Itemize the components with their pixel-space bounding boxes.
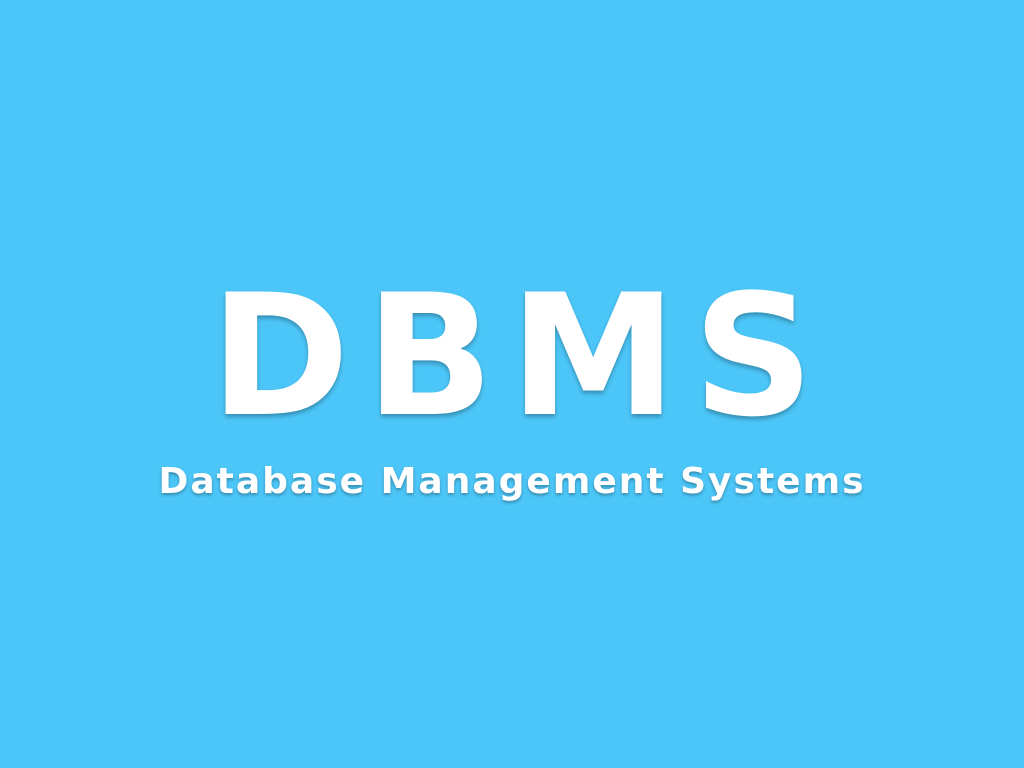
title-slide: DBMS Database Management Systems: [0, 0, 1024, 768]
slide-subtitle: Database Management Systems: [158, 461, 866, 502]
slide-title: DBMS: [210, 258, 830, 454]
